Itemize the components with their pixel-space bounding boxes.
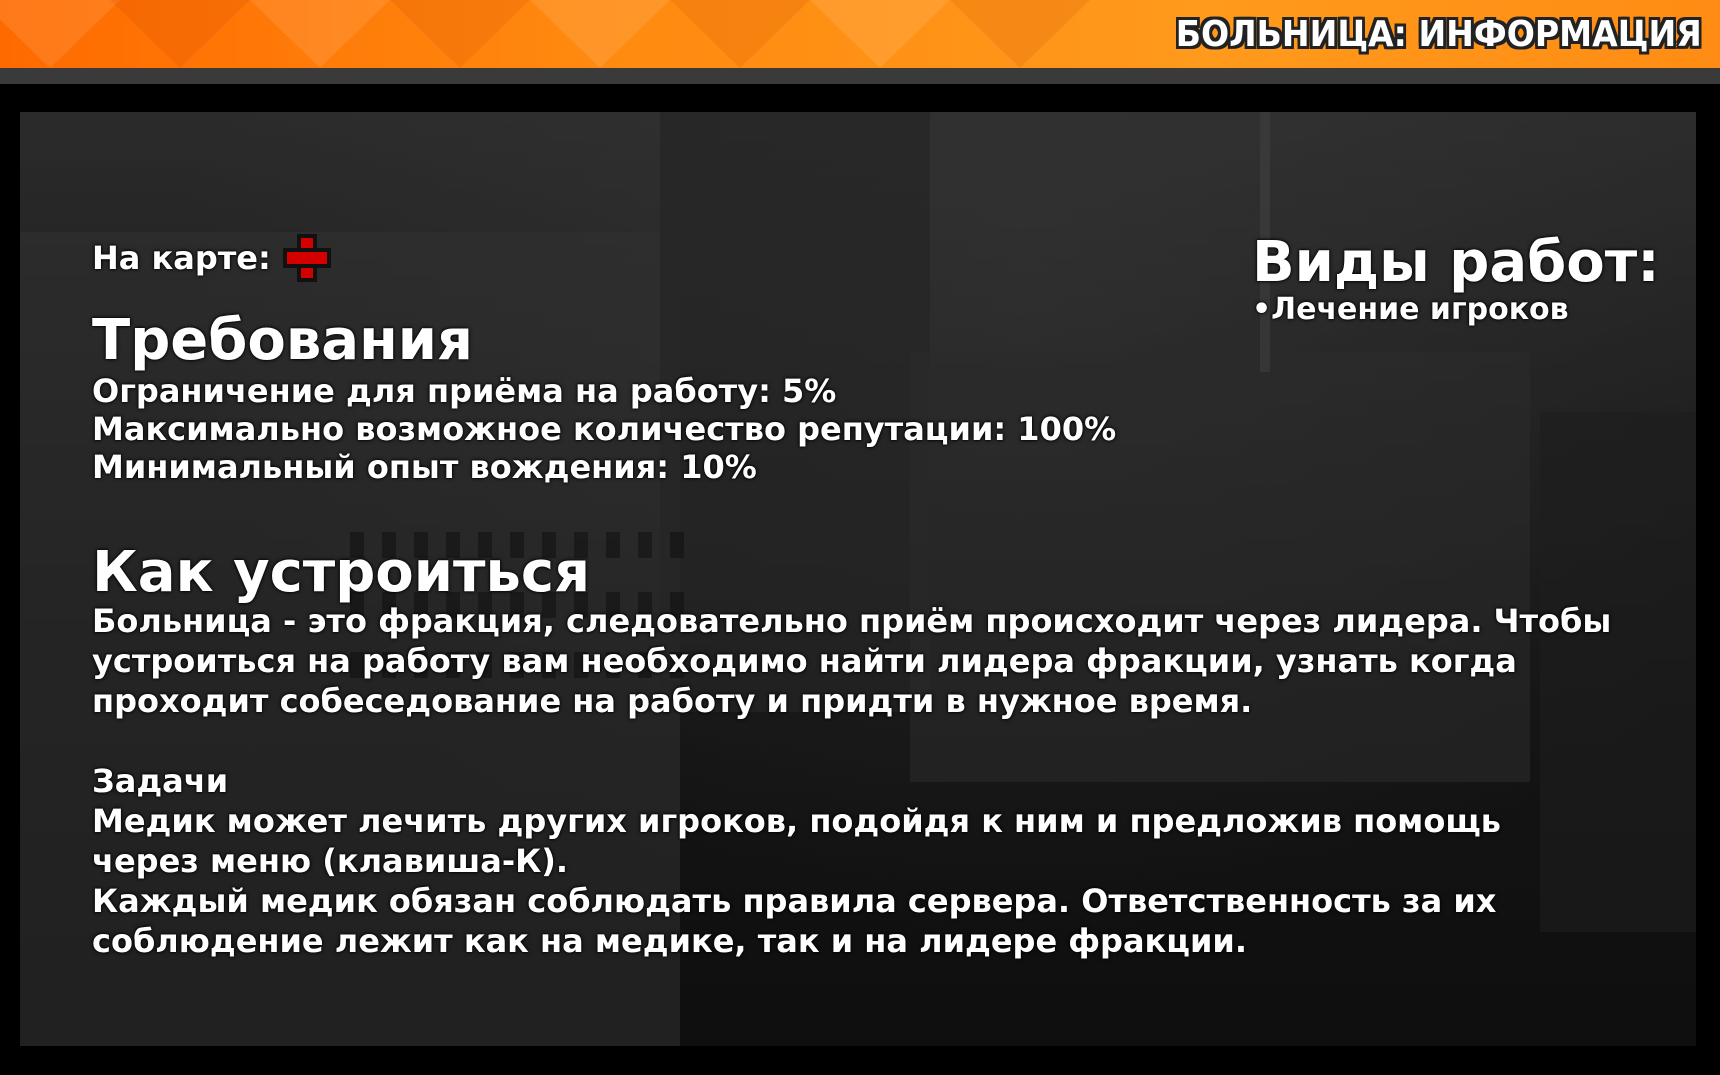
requirement-line: Ограничение для приёма на работу: 5% xyxy=(92,372,837,410)
page-title: БОЛЬНИЦА: ИНФОРМАЦИЯ xyxy=(1176,14,1702,55)
task-line: Медик может лечить других игроков, подой… xyxy=(92,802,1501,840)
job-type-item: •Лечение игроков xyxy=(1252,292,1569,327)
header-decoration xyxy=(950,0,1090,68)
requirement-line: Максимально возможное количество репутац… xyxy=(92,410,1117,448)
map-marker-row: На карте: xyxy=(92,232,333,284)
red-cross-icon xyxy=(281,232,333,284)
header-divider xyxy=(0,68,1720,84)
header-decoration xyxy=(530,0,670,68)
requirement-line: Минимальный опыт вождения: 10% xyxy=(92,448,757,486)
tasks-title: Задачи xyxy=(92,762,229,800)
header-decoration xyxy=(250,0,390,68)
header-decoration xyxy=(810,0,950,68)
info-panel: На карте: Требования Ограничение для при… xyxy=(20,112,1696,1046)
task-line: Каждый медик обязан соблюдать правила се… xyxy=(92,882,1497,920)
how-to-join-line: Больница - это фракция, следовательно пр… xyxy=(92,602,1612,640)
info-content: На карте: Требования Ограничение для при… xyxy=(20,112,1696,1046)
header-decoration xyxy=(390,0,530,68)
how-to-join-title: Как устроиться xyxy=(92,540,591,605)
header-bar: БОЛЬНИЦА: ИНФОРМАЦИЯ xyxy=(0,0,1720,68)
map-label: На карте: xyxy=(92,239,271,277)
how-to-join-line: проходит собеседование на работу и придт… xyxy=(92,682,1253,720)
header-decoration xyxy=(0,0,120,68)
how-to-join-line: устроиться на работу вам необходимо найт… xyxy=(92,642,1517,680)
header-decoration xyxy=(110,0,250,68)
task-line: соблюдение лежит как на медике, так и на… xyxy=(92,922,1247,960)
task-line: через меню (клавиша-К). xyxy=(92,842,569,880)
header-decoration xyxy=(670,0,810,68)
requirements-title: Требования xyxy=(92,308,473,373)
job-types-title: Виды работ: xyxy=(1252,230,1660,295)
